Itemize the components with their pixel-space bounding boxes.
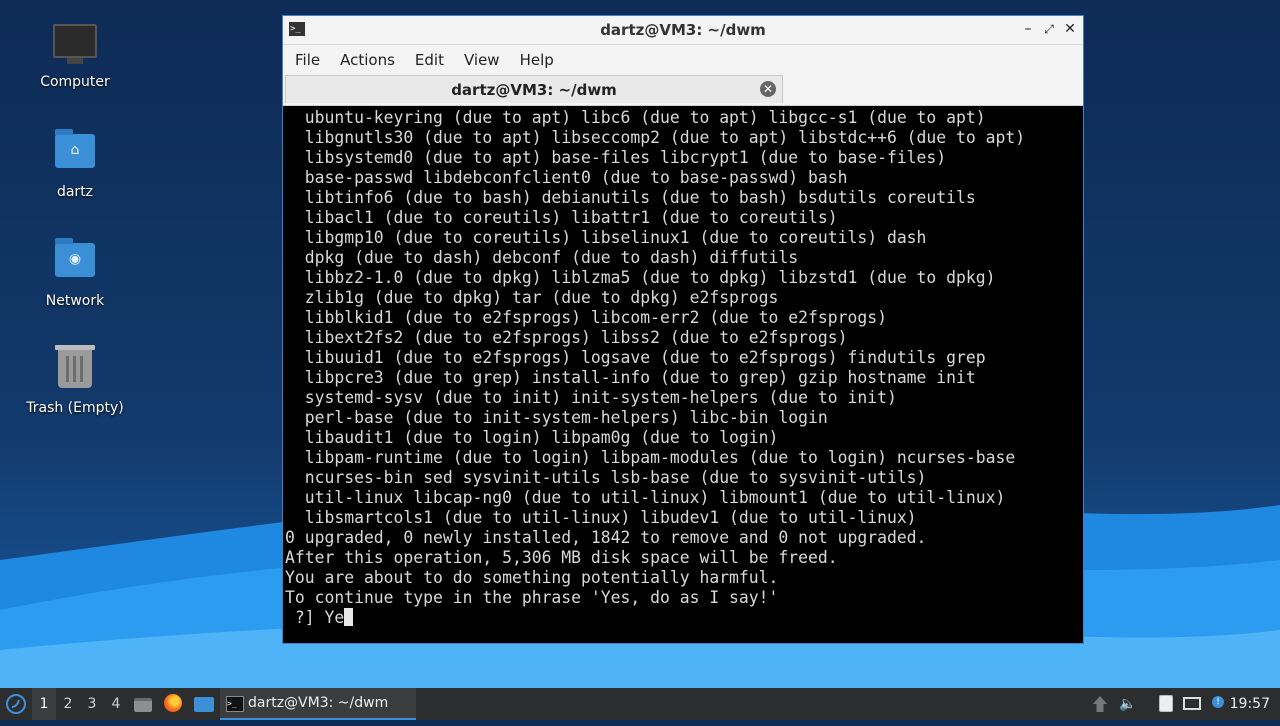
terminal-line: libext2fs2 (due to e2fsprogs) libss2 (du…	[285, 328, 848, 347]
terminal-line: util-linux libcap-ng0 (due to util-linux…	[285, 488, 1006, 507]
lubuntu-logo-icon	[6, 694, 26, 714]
terminal-line: zlib1g (due to dpkg) tar (due to dpkg) e…	[285, 288, 779, 307]
window-titlebar[interactable]: >_ dartz@VM3: ~/dwm – ⤢ ✕	[283, 16, 1083, 45]
firefox-icon[interactable]	[164, 694, 184, 714]
menu-edit[interactable]: Edit	[405, 45, 454, 75]
desktop-icon[interactable]	[194, 694, 214, 714]
terminal-line: libsmartcols1 (due to util-linux) libude…	[285, 508, 917, 527]
terminal-line: dpkg (due to dash) debconf (due to dash)…	[285, 248, 799, 267]
desktop-icon-label: Trash (Empty)	[26, 400, 124, 416]
menu-view[interactable]: View	[454, 45, 510, 75]
volume-icon[interactable]: 🔈	[1118, 694, 1138, 714]
window-title: dartz@VM3: ~/dwm	[600, 21, 766, 39]
close-button[interactable]: ✕	[1061, 20, 1079, 38]
home-folder-icon: ⌂	[55, 129, 95, 168]
terminal-window: >_ dartz@VM3: ~/dwm – ⤢ ✕ File Actions E…	[282, 15, 1084, 644]
desktop-icon-label: Network	[45, 293, 105, 309]
terminal-line: To continue type in the phrase 'Yes, do …	[285, 588, 779, 607]
network-icon[interactable]	[1182, 694, 1202, 714]
terminal-line: systemd-sysv (due to init) init-system-h…	[285, 388, 897, 407]
terminal-line: libgmp10 (due to coreutils) libselinux1 …	[285, 228, 927, 247]
terminal-app-icon: >_	[226, 696, 244, 712]
notification-icon[interactable]: !	[1208, 694, 1228, 714]
menu-actions[interactable]: Actions	[330, 45, 405, 75]
terminal-line: libuuid1 (due to e2fsprogs) logsave (due…	[285, 348, 986, 367]
tab-bar: dartz@VM3: ~/dwm ✕	[283, 75, 1083, 106]
trash-icon	[55, 345, 95, 388]
desktop-icon-trash[interactable]: Trash (Empty)	[20, 345, 130, 416]
desktop-icon-label: Computer	[40, 74, 110, 90]
file-manager-icon[interactable]	[134, 694, 154, 714]
text-cursor	[344, 608, 354, 626]
workspace-1[interactable]: 1	[32, 688, 56, 720]
desktop-icon-network[interactable]: ◉ Network	[20, 237, 130, 309]
workspace-2[interactable]: 2	[56, 688, 80, 720]
terminal-line: libpam-runtime (due to login) libpam-mod…	[285, 448, 1016, 467]
start-menu-button[interactable]	[4, 688, 28, 720]
terminal-prompt-line[interactable]: ?] Ye	[285, 608, 1083, 628]
terminal-input-text: ?] Ye	[285, 608, 345, 627]
maximize-button[interactable]: ⤢	[1040, 20, 1058, 38]
taskbar-task-terminal[interactable]: >_ dartz@VM3: ~/dwm	[220, 688, 416, 720]
desktop-icon-computer[interactable]: Computer	[20, 20, 130, 90]
terminal-line: You are about to do something potentiall…	[285, 568, 779, 587]
minimize-button[interactable]: –	[1019, 20, 1037, 38]
update-icon[interactable]	[1090, 694, 1110, 714]
terminal-line: libacl1 (due to coreutils) libattr1 (due…	[285, 208, 838, 227]
terminal-line: ubuntu-keyring (due to apt) libc6 (due t…	[285, 108, 986, 127]
clock[interactable]: 19:57	[1230, 688, 1270, 720]
desktop-icon-label: dartz	[56, 184, 94, 200]
desktop-icon-dartz[interactable]: ⌂ dartz	[20, 128, 130, 200]
terminal-line: libaudit1 (due to login) libpam0g (due t…	[285, 428, 779, 447]
terminal-line: base-passwd libdebconfclient0 (due to ba…	[285, 168, 848, 187]
terminal-line: libpcre3 (due to grep) install-info (due…	[285, 368, 976, 387]
tab-close-icon[interactable]: ✕	[760, 81, 776, 97]
workspace-3[interactable]: 3	[80, 688, 104, 720]
terminal-output[interactable]: ubuntu-keyring (due to apt) libc6 (due t…	[283, 106, 1083, 643]
terminal-line: perl-base (due to init-system-helpers) l…	[285, 408, 828, 427]
menu-bar: File Actions Edit View Help	[283, 45, 1083, 75]
network-folder-icon: ◉	[55, 238, 95, 277]
terminal-line: After this operation, 5,306 MB disk spac…	[285, 548, 838, 567]
menu-file[interactable]: File	[285, 45, 330, 75]
terminal-line: libgnutls30 (due to apt) libseccomp2 (du…	[285, 128, 1026, 147]
tab-terminal[interactable]: dartz@VM3: ~/dwm ✕	[285, 75, 783, 103]
task-label: dartz@VM3: ~/dwm	[248, 695, 389, 711]
terminal-line: 0 upgraded, 0 newly installed, 1842 to r…	[285, 528, 927, 547]
terminal-line: libbz2-1.0 (due to dpkg) liblzma5 (due t…	[285, 268, 996, 287]
terminal-line: libsystemd0 (due to apt) base-files libc…	[285, 148, 947, 167]
workspace-4[interactable]: 4	[104, 688, 128, 720]
tab-title: dartz@VM3: ~/dwm	[451, 81, 617, 99]
terminal-line: ncurses-bin sed sysvinit-utils lsb-base …	[285, 468, 927, 487]
taskbar: 1 2 3 4 >_ dartz@VM3: ~/dwm 🔈 ! 19:57	[0, 688, 1280, 720]
terminal-line: libblkid1 (due to e2fsprogs) libcom-err2…	[285, 308, 887, 327]
computer-icon	[53, 24, 97, 64]
clipboard-icon[interactable]	[1156, 694, 1176, 714]
terminal-line: libtinfo6 (due to bash) debianutils (due…	[285, 188, 976, 207]
menu-help[interactable]: Help	[510, 45, 564, 75]
